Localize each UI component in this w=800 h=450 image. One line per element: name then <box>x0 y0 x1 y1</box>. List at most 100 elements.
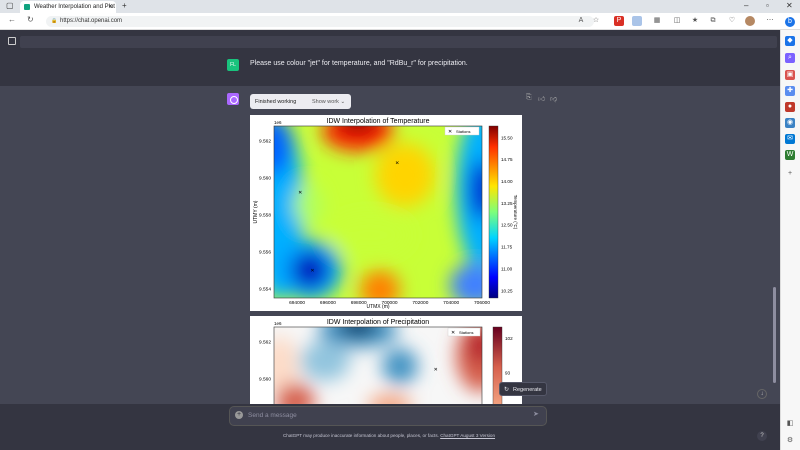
favorite-star-icon[interactable]: ☆ <box>591 16 601 26</box>
stations-legend-2: ✕ Stations <box>447 327 481 337</box>
version-link[interactable]: ChatGPT August 3 Version <box>440 433 495 438</box>
y-tick-label: 9.562 <box>259 339 271 345</box>
split-screen-icon[interactable]: ◫ <box>672 16 682 26</box>
station-markers-2: ✕ <box>434 367 438 373</box>
shopping-bag-icon[interactable]: ▣ <box>785 70 795 80</box>
y-tick-labels-2: 9.562 9.560 <box>259 339 271 382</box>
temperature-plot: IDW Interpolation of Temperature 1e6 694… <box>250 115 522 311</box>
precipitation-plot: IDW Interpolation of Precipitation 1e6 9… <box>250 316 522 404</box>
chatgpt-favicon-icon <box>24 4 30 10</box>
colorbar-tick-label: 11.75 <box>501 245 513 250</box>
x-tick-label: 694000 <box>289 300 305 306</box>
y-offset-label-2: 1e6 <box>274 321 282 326</box>
colorbar-tick-labels-2: 102 93 <box>505 336 513 375</box>
show-work-toggle[interactable]: Show work ⌄ <box>312 99 345 105</box>
colorbar-label: Temperature (°C) <box>513 195 518 230</box>
help-icon[interactable]: ? <box>757 431 767 441</box>
scroll-down-button[interactable]: ↓ <box>757 389 767 399</box>
colorbar-tick-label: 93 <box>505 370 511 375</box>
temperature-heatmap <box>274 126 482 298</box>
x-axis-label: UTMX (m) <box>366 304 389 310</box>
y-offset-label: 1e6 <box>274 120 282 125</box>
extension-doc-icon[interactable] <box>632 16 642 26</box>
sidebar-settings-icon[interactable]: ⚙ <box>785 436 795 446</box>
extension-pdf-icon[interactable]: P <box>614 16 624 26</box>
plus-icon[interactable]: + <box>235 411 243 419</box>
show-work-label: Show work <box>312 99 339 105</box>
sidebar-toggle-icon[interactable]: ◧ <box>785 419 795 429</box>
x-tick-label: 702000 <box>412 300 428 306</box>
colorbar-tick-label: 10.25 <box>501 288 513 293</box>
colorbar-tick-label: 14.00 <box>501 179 513 184</box>
finished-working-panel[interactable]: Finished working Show work ⌄ <box>250 94 351 109</box>
office-icon[interactable]: ◉ <box>785 118 795 128</box>
lock-icon: 🔒 <box>51 18 58 24</box>
user-message-row <box>0 54 780 86</box>
thumbs-up-icon[interactable]: 👍︎ <box>538 94 545 103</box>
regenerate-button[interactable]: ↻ Regenerate <box>499 382 547 396</box>
colorbar-tick-label: 15.50 <box>501 135 513 140</box>
colorbar-tick-label: 14.75 <box>501 157 513 162</box>
y-tick-label: 9.562 <box>259 138 271 144</box>
tab-title: Weather Interpolation and Plot <box>34 4 115 10</box>
maximize-icon[interactable]: ▫ <box>766 1 769 10</box>
precipitation-chart: IDW Interpolation of Precipitation 1e6 9… <box>259 319 513 404</box>
regenerate-label: Regenerate <box>513 387 542 393</box>
tab-actions-icon[interactable]: ▢ <box>6 1 14 10</box>
close-tab-icon[interactable]: ✕ <box>108 3 113 10</box>
legend-label-2: Stations <box>459 330 473 335</box>
x-tick-labels: 694000 696000 698000 700000 702000 704000 7060… <box>289 300 490 306</box>
temperature-chart: IDW Interpolation of Temperature 1e6 694… <box>253 118 518 310</box>
disclaimer-text: ChatGPT may produce inaccurate informati… <box>230 433 548 438</box>
collections-icon[interactable]: ⧉ <box>708 16 718 26</box>
station-marker: ✕ <box>298 190 302 196</box>
minimize-icon[interactable]: – <box>744 1 748 10</box>
conversation-title-bar <box>20 36 777 48</box>
tools-icon[interactable]: ✚ <box>785 86 795 96</box>
refresh-icon[interactable]: ↻ <box>27 15 34 24</box>
new-tab-icon[interactable]: + <box>122 1 127 10</box>
browser-essentials-icon[interactable]: ♡ <box>727 16 737 26</box>
drop-icon[interactable]: W <box>785 150 795 160</box>
bell-icon[interactable]: ◆ <box>785 36 795 46</box>
chevron-down-icon: ⌄ <box>340 99 346 105</box>
legend-label: Stations <box>456 129 470 134</box>
browser-tab[interactable]: Weather Interpolation and Plot ✕ <box>20 1 116 13</box>
status-label: Finished working <box>255 99 297 105</box>
y-tick-label: 9.554 <box>259 286 271 292</box>
x-tick-label: 704000 <box>443 300 459 306</box>
sidebar-menu-icon[interactable] <box>8 37 16 45</box>
colorbar-tick-label: 102 <box>505 336 513 341</box>
games-icon[interactable]: ● <box>785 102 795 112</box>
station-marker: ✕ <box>395 161 399 167</box>
window-close-icon[interactable]: ✕ <box>786 1 793 10</box>
user-message-text: Please use colour "jet" for temperature,… <box>250 60 468 67</box>
favorites-icon[interactable]: ★ <box>690 16 700 26</box>
add-sidebar-icon[interactable]: + <box>785 169 795 179</box>
bing-chat-icon[interactable]: b <box>785 17 795 27</box>
profile-avatar[interactable] <box>745 16 755 26</box>
scrollbar-thumb[interactable] <box>773 287 776 383</box>
outlook-icon[interactable]: ✉ <box>785 134 795 144</box>
colorbar <box>488 125 499 299</box>
stations-legend: ✕ Stations <box>444 126 480 136</box>
read-aloud-icon[interactable]: A <box>576 16 586 26</box>
send-icon[interactable]: ➤ <box>533 410 539 418</box>
y-tick-label: 9.558 <box>259 212 271 218</box>
browser-tab-bar <box>0 0 800 13</box>
chart-title-2: IDW Interpolation of Precipitation <box>327 319 429 326</box>
chatgpt-avatar <box>227 93 239 105</box>
back-icon[interactable]: ← <box>8 15 16 24</box>
search-icon[interactable]: ⌕ <box>785 53 795 63</box>
colorbar-tick-labels: 15.50 14.75 14.00 13.25 12.50 11.75 11.00 10.25 <box>501 135 513 293</box>
address-bar[interactable]: 🔒 https://chat.openai.com <box>46 16 594 27</box>
regenerate-icon: ↻ <box>504 387 510 393</box>
copy-icon[interactable]: ⎘ <box>526 94 532 102</box>
more-options-icon[interactable]: ⋯ <box>765 16 775 26</box>
address-bar-url: https://chat.openai.com <box>60 18 123 24</box>
y-tick-label: 9.560 <box>259 175 271 181</box>
app-header <box>0 30 780 54</box>
thumbs-down-icon[interactable]: 👎︎ <box>550 94 557 103</box>
y-tick-label: 9.556 <box>259 249 271 255</box>
extension-puzzle-icon[interactable]: ▦ <box>652 16 662 26</box>
